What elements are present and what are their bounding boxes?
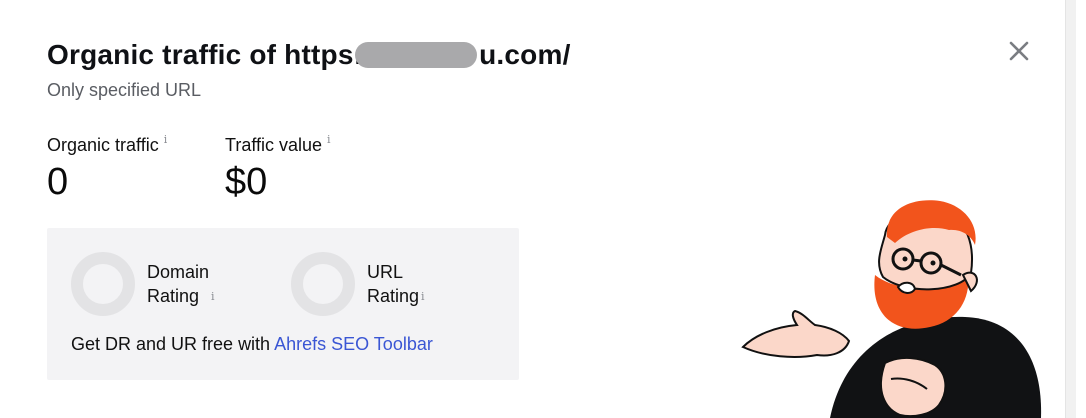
modal-subtitle: Only specified URL — [47, 80, 202, 100]
cta-text: Get DR and UR free with — [71, 334, 275, 354]
redacted-url-segment — [355, 42, 478, 68]
domain-rating-ring — [71, 252, 135, 316]
ratings-card: Domain Rating i URL Rating i Get DR and UR… — [47, 228, 519, 380]
metric-label: Organic traffic — [47, 135, 159, 155]
modal-title: Organic traffic of https: u.com/ — [47, 38, 571, 72]
toolbar-cta: Get DR and UR free with Ahrefs SEO Toolb… — [71, 332, 433, 356]
mascot-illustration — [741, 200, 1042, 418]
ahrefs-toolbar-link[interactable]: Ahrefs SEO Toolbar — [274, 334, 433, 354]
domain-rating-line1: Domain — [147, 262, 210, 282]
info-icon[interactable]: i — [421, 290, 425, 303]
metric-traffic-value: Traffic value i $0 — [225, 128, 331, 205]
title-suffix: u.com/ — [479, 39, 571, 70]
domain-rating-line2: Rating — [147, 286, 200, 306]
close-button[interactable] — [1004, 36, 1034, 66]
scrollbar[interactable] — [1065, 0, 1076, 418]
title-prefix: Organic traffic of https: — [47, 39, 364, 70]
metric-organic-traffic: Organic traffic i 0 — [47, 128, 167, 205]
url-rating-line2: Rating — [367, 286, 420, 306]
organic-traffic-modal: Organic traffic of https: u.com/ Only spe… — [0, 0, 1076, 418]
domain-rating-label: Domain Rating i — [147, 260, 215, 309]
info-icon[interactable]: i — [211, 290, 215, 303]
metric-value: 0 — [47, 161, 69, 203]
metric-label: Traffic value — [225, 135, 323, 155]
metric-value: $0 — [225, 161, 268, 203]
url-rating-line1: URL — [367, 262, 404, 282]
info-icon[interactable]: i — [327, 133, 331, 146]
close-icon — [1009, 41, 1029, 61]
info-icon[interactable]: i — [164, 133, 168, 146]
url-rating-label: URL Rating i — [367, 260, 425, 309]
url-rating-ring — [291, 252, 355, 316]
